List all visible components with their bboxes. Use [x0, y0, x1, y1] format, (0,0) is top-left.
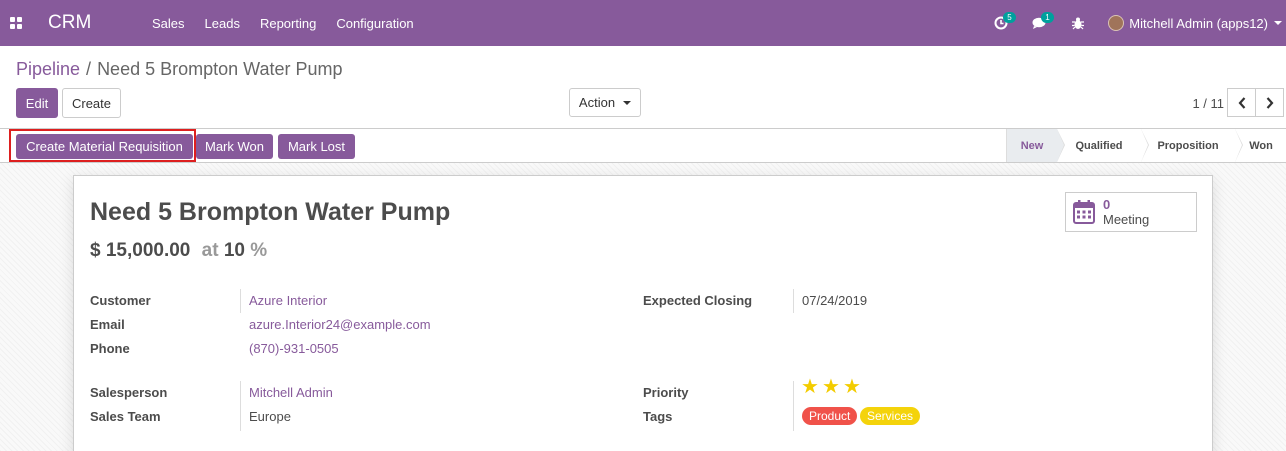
field-divider — [793, 381, 794, 431]
stage-qualified-label: Qualified — [1075, 139, 1123, 152]
priority-label: Priority — [643, 385, 689, 400]
breadcrumb-current: Need 5 Brompton Water Pump — [97, 59, 343, 79]
mark-won-button[interactable]: Mark Won — [196, 134, 273, 159]
customer-field[interactable]: Azure Interior — [249, 293, 327, 308]
meeting-smart-button[interactable]: 0 Meeting — [1065, 192, 1197, 232]
email-label: Email — [90, 317, 125, 332]
pager-next-button[interactable] — [1255, 88, 1284, 117]
chevron-down-icon — [1274, 21, 1282, 25]
phone-field[interactable]: (870)-931-0505 — [249, 341, 339, 356]
email-field[interactable]: azure.Interior24@example.com — [249, 317, 431, 332]
menu-leads[interactable]: Leads — [195, 16, 250, 31]
revenue-value: $ 15,000.00 — [90, 240, 191, 261]
debug-menu[interactable] — [1060, 0, 1096, 46]
breadcrumb: Pipeline / Need 5 Brompton Water Pump — [16, 59, 343, 80]
breadcrumb-separator: / — [86, 59, 92, 79]
customer-label: Customer — [90, 293, 151, 308]
at-label: at — [201, 240, 219, 261]
top-navbar: CRM Sales Leads Reporting Configuration … — [0, 0, 1286, 46]
menu-configuration[interactable]: Configuration — [326, 16, 423, 31]
stage-won-label: Won — [1249, 139, 1273, 152]
activity-badge: 5 — [1003, 12, 1016, 23]
stage-proposition[interactable]: Proposition — [1141, 129, 1243, 162]
salesperson-label: Salesperson — [90, 385, 168, 400]
percent-sign: % — [250, 240, 268, 261]
field-divider — [240, 289, 241, 313]
messaging-menu[interactable]: 1 — [1020, 0, 1060, 46]
sales-team-label: Sales Team — [90, 409, 161, 424]
bug-icon — [1072, 17, 1085, 29]
stage-qualified[interactable]: Qualified — [1057, 129, 1149, 162]
menu-reporting[interactable]: Reporting — [250, 16, 326, 31]
tags-label: Tags — [643, 409, 673, 424]
chevron-left-icon — [1238, 96, 1245, 109]
stage-proposition-label: Proposition — [1157, 139, 1219, 152]
systray: 5 1 Mitchell Admin (apps12) — [982, 0, 1286, 46]
sales-team-field[interactable]: Europe — [249, 409, 291, 424]
tag-services[interactable]: Services — [860, 407, 921, 425]
expected-closing-field[interactable]: 07/24/2019 — [802, 293, 867, 308]
priority-star-icon[interactable]: ★ — [843, 377, 861, 397]
user-menu[interactable]: Mitchell Admin (apps12) — [1096, 0, 1286, 46]
priority-star-icon[interactable]: ★ — [801, 377, 819, 397]
user-name: Mitchell Admin (apps12) — [1129, 15, 1268, 31]
meeting-count: 0 — [1103, 197, 1111, 212]
expected-closing-label: Expected Closing — [643, 293, 753, 308]
chevron-right-icon — [1266, 96, 1273, 109]
expected-revenue: $ 15,000.00 at 10 % — [90, 240, 267, 262]
stage-pipeline: New Qualified Proposition Won — [1006, 129, 1286, 162]
pager-value[interactable]: 1 / 11 — [1192, 96, 1224, 111]
opportunity-title[interactable]: Need 5 Brompton Water Pump — [90, 198, 450, 227]
phone-label: Phone — [90, 341, 130, 356]
mark-lost-button[interactable]: Mark Lost — [278, 134, 355, 159]
calendar-icon — [1073, 200, 1095, 224]
stage-new[interactable]: New — [1007, 129, 1065, 162]
main-menu: Sales Leads Reporting Configuration — [142, 16, 424, 31]
create-button[interactable]: Create — [62, 88, 121, 118]
message-badge: 1 — [1041, 12, 1054, 23]
activity-menu[interactable]: 5 — [982, 0, 1020, 46]
form-sheet: Need 5 Brompton Water Pump $ 15,000.00 a… — [73, 175, 1213, 451]
probability-value: 10 — [223, 240, 245, 261]
create-material-requisition-button[interactable]: Create Material Requisition — [16, 134, 193, 159]
breadcrumb-pipeline[interactable]: Pipeline — [16, 59, 80, 79]
action-dropdown[interactable]: Action — [569, 88, 641, 117]
tag-product[interactable]: Product — [802, 407, 858, 425]
field-divider — [793, 289, 794, 313]
menu-sales[interactable]: Sales — [142, 16, 195, 31]
field-divider — [240, 381, 241, 431]
app-brand[interactable]: CRM — [48, 12, 138, 34]
apps-menu-icon[interactable] — [0, 0, 32, 46]
meeting-label: Meeting — [1103, 212, 1150, 227]
action-label: Action — [578, 95, 616, 110]
statusbar: Create Material Requisition Mark Won Mar… — [0, 128, 1286, 163]
avatar — [1108, 15, 1125, 31]
stage-new-label: New — [1020, 139, 1044, 152]
salesperson-field[interactable]: Mitchell Admin — [249, 385, 333, 400]
priority-star-icon[interactable]: ★ — [822, 377, 840, 397]
pager-previous-button[interactable] — [1227, 88, 1256, 117]
caret-down-icon — [623, 100, 632, 105]
edit-button[interactable]: Edit — [16, 88, 58, 118]
